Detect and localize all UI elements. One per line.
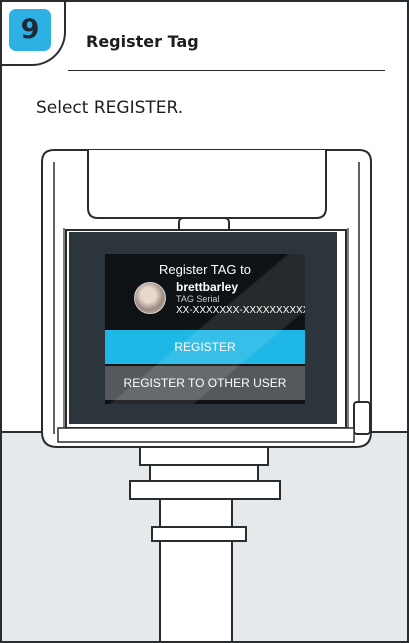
step-title: Register Tag xyxy=(86,32,199,51)
instruction-text: Select REGISTER. xyxy=(36,98,184,118)
register-to-other-user-button[interactable]: REGISTER TO OTHER USER xyxy=(105,366,305,400)
register-button[interactable]: REGISTER xyxy=(105,330,305,364)
user-avatar xyxy=(134,282,166,314)
tag-serial-label: TAG Serial xyxy=(176,294,220,304)
instruction-card: Register TAG to brettbarley TAG Serial X… xyxy=(0,0,409,643)
user-name: brettbarley xyxy=(176,280,239,294)
step-number: 9 xyxy=(9,9,51,51)
register-dialog: Register TAG to brettbarley TAG Serial X… xyxy=(105,254,305,404)
tag-serial-value: XX-XXXXXXX-XXXXXXXXXX xyxy=(176,305,305,316)
device-pole xyxy=(159,496,233,641)
title-divider xyxy=(68,70,385,71)
device-screen: Register TAG to brettbarley TAG Serial X… xyxy=(69,232,337,424)
register-heading: Register TAG to xyxy=(159,262,251,277)
